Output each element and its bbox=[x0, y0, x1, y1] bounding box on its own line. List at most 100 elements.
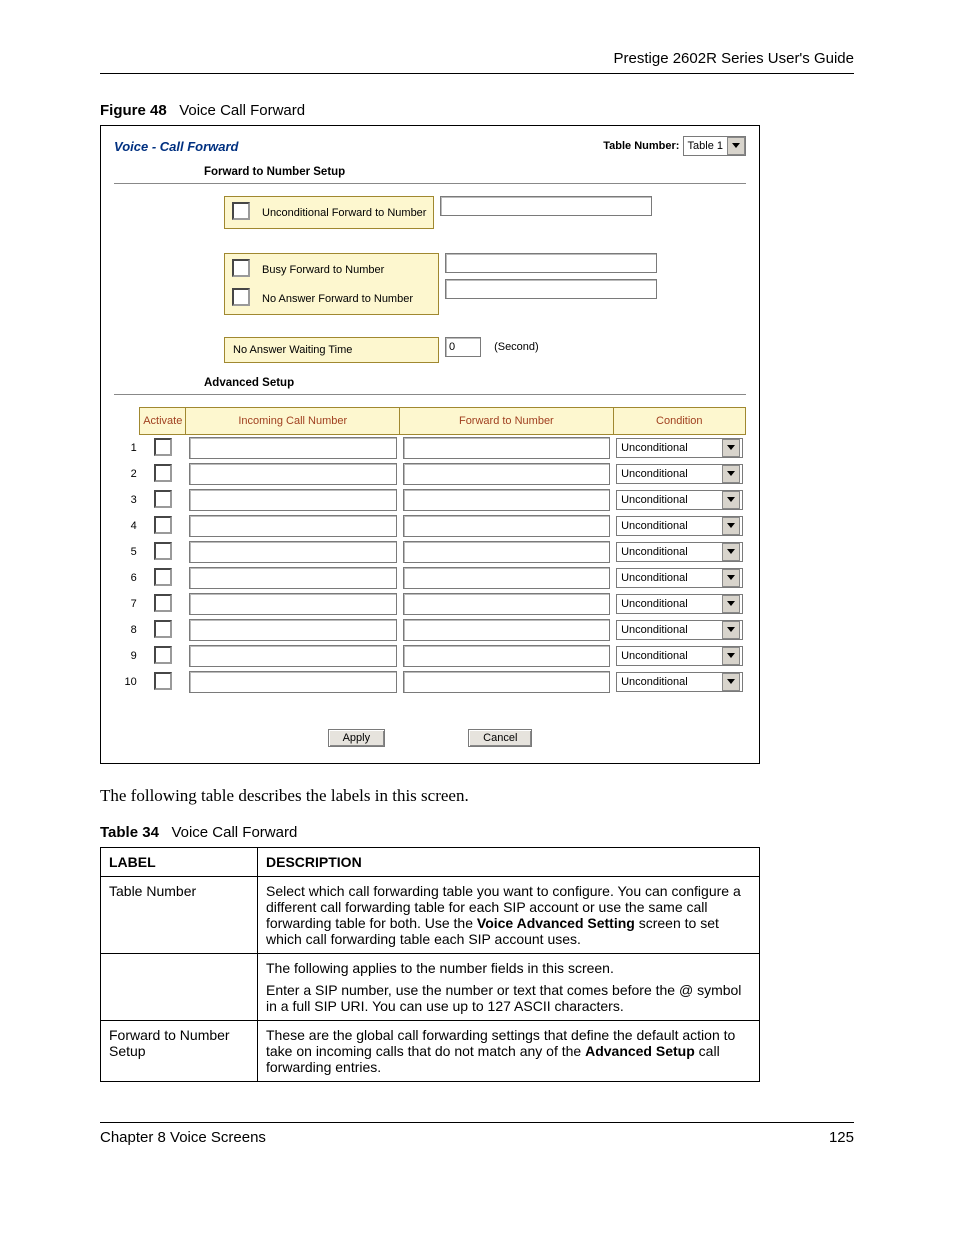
desc-r2-a: The following applies to the number fiel… bbox=[266, 960, 751, 976]
row-number: 3 bbox=[114, 487, 140, 513]
noanswer-input[interactable] bbox=[445, 279, 657, 299]
forward-input[interactable] bbox=[403, 437, 610, 459]
desc-r3-label: Forward to Number Setup bbox=[101, 1021, 258, 1082]
incoming-input[interactable] bbox=[189, 593, 397, 615]
busy-label: Busy Forward to Number bbox=[257, 256, 418, 283]
activate-checkbox[interactable] bbox=[154, 542, 172, 560]
incoming-input[interactable] bbox=[189, 541, 397, 563]
forward-input[interactable] bbox=[403, 593, 610, 615]
chevron-down-icon bbox=[722, 595, 740, 613]
row-number: 9 bbox=[114, 643, 140, 669]
row-number: 7 bbox=[114, 591, 140, 617]
condition-select[interactable]: Unconditional bbox=[616, 672, 742, 692]
condition-value: Unconditional bbox=[621, 468, 688, 480]
condition-select[interactable]: Unconditional bbox=[616, 516, 742, 536]
chevron-down-icon bbox=[722, 517, 740, 535]
desc-r1-b: Voice Advanced Setting bbox=[477, 915, 635, 931]
unconditional-input[interactable] bbox=[440, 196, 652, 216]
chevron-down-icon bbox=[722, 491, 740, 509]
table-row: 9 Unconditional bbox=[114, 643, 746, 669]
desc-r1-label: Table Number bbox=[101, 877, 258, 954]
table-number-select[interactable]: Table 1 bbox=[683, 136, 746, 156]
activate-checkbox[interactable] bbox=[154, 646, 172, 664]
incoming-input[interactable] bbox=[189, 619, 397, 641]
unconditional-label: Unconditional Forward to Number bbox=[257, 199, 431, 226]
table-row: 3 Unconditional bbox=[114, 487, 746, 513]
unconditional-group: Unconditional Forward to Number bbox=[224, 196, 434, 229]
advanced-table: Activate Incoming Call Number Forward to… bbox=[114, 407, 746, 695]
incoming-input[interactable] bbox=[189, 645, 397, 667]
screenshot-title: Voice - Call Forward bbox=[114, 139, 239, 154]
chevron-down-icon bbox=[722, 647, 740, 665]
activate-checkbox[interactable] bbox=[154, 568, 172, 586]
table-row: 5Unconditional bbox=[114, 539, 746, 565]
busy-input[interactable] bbox=[445, 253, 657, 273]
table-row: 8Unconditional bbox=[114, 617, 746, 643]
table-row: 2 Unconditional bbox=[114, 461, 746, 487]
table-row: 1 Unconditional bbox=[114, 435, 746, 462]
condition-select[interactable]: Unconditional bbox=[616, 594, 742, 614]
activate-checkbox[interactable] bbox=[154, 516, 172, 534]
busy-checkbox[interactable] bbox=[232, 259, 250, 277]
condition-value: Unconditional bbox=[621, 494, 688, 506]
advanced-section-label: Advanced Setup bbox=[114, 371, 746, 391]
condition-value: Unconditional bbox=[621, 572, 688, 584]
condition-select[interactable]: Unconditional bbox=[616, 542, 742, 562]
body-text: The following table describes the labels… bbox=[100, 786, 854, 806]
desc-r2-b: Enter a SIP number, use the number or te… bbox=[266, 982, 751, 1014]
chevron-down-icon bbox=[722, 465, 740, 483]
activate-checkbox[interactable] bbox=[154, 620, 172, 638]
desc-r1-desc: Select which call forwarding table you w… bbox=[258, 877, 760, 954]
condition-select[interactable]: Unconditional bbox=[616, 490, 742, 510]
incoming-input[interactable] bbox=[189, 671, 397, 693]
activate-checkbox[interactable] bbox=[154, 438, 172, 456]
forward-input[interactable] bbox=[403, 645, 610, 667]
incoming-input[interactable] bbox=[189, 437, 397, 459]
waiting-label: No Answer Waiting Time bbox=[227, 340, 358, 360]
table-row: 4Unconditional bbox=[114, 513, 746, 539]
condition-select[interactable]: Unconditional bbox=[616, 438, 742, 458]
activate-checkbox[interactable] bbox=[154, 672, 172, 690]
forward-input[interactable] bbox=[403, 515, 610, 537]
row-number: 2 bbox=[114, 461, 140, 487]
footer: Chapter 8 Voice Screens 125 bbox=[100, 1122, 854, 1146]
section-rule bbox=[114, 183, 746, 184]
unconditional-checkbox[interactable] bbox=[232, 202, 250, 220]
condition-select[interactable]: Unconditional bbox=[616, 568, 742, 588]
cancel-button[interactable]: Cancel bbox=[468, 729, 532, 747]
figure-prefix: Figure 48 bbox=[100, 102, 167, 119]
desc-r2-desc: The following applies to the number fiel… bbox=[258, 954, 760, 1021]
noanswer-checkbox[interactable] bbox=[232, 288, 250, 306]
activate-checkbox[interactable] bbox=[154, 490, 172, 508]
row-number: 1 bbox=[114, 435, 140, 462]
incoming-input[interactable] bbox=[189, 515, 397, 537]
condition-value: Unconditional bbox=[621, 650, 688, 662]
condition-value: Unconditional bbox=[621, 546, 688, 558]
forward-input[interactable] bbox=[403, 541, 610, 563]
condition-select[interactable]: Unconditional bbox=[616, 464, 742, 484]
forward-section-label: Forward to Number Setup bbox=[114, 160, 746, 180]
incoming-input[interactable] bbox=[189, 489, 397, 511]
forward-input[interactable] bbox=[403, 671, 610, 693]
activate-checkbox[interactable] bbox=[154, 594, 172, 612]
waiting-input[interactable]: 0 bbox=[445, 337, 481, 357]
incoming-input[interactable] bbox=[189, 567, 397, 589]
forward-input[interactable] bbox=[403, 567, 610, 589]
forward-input[interactable] bbox=[403, 489, 610, 511]
condition-select[interactable]: Unconditional bbox=[616, 646, 742, 666]
busy-noanswer-group: Busy Forward to Number No Answer Forward… bbox=[224, 253, 439, 315]
forward-input[interactable] bbox=[403, 619, 610, 641]
table-caption-title: Voice Call Forward bbox=[171, 824, 297, 841]
forward-input[interactable] bbox=[403, 463, 610, 485]
table-row: 7 Unconditional bbox=[114, 591, 746, 617]
activate-checkbox[interactable] bbox=[154, 464, 172, 482]
footer-page: 125 bbox=[829, 1129, 854, 1146]
incoming-input[interactable] bbox=[189, 463, 397, 485]
chevron-down-icon bbox=[722, 439, 740, 457]
desc-r3-b: Advanced Setup bbox=[585, 1043, 695, 1059]
condition-select[interactable]: Unconditional bbox=[616, 620, 742, 640]
chevron-down-icon bbox=[722, 543, 740, 561]
apply-button[interactable]: Apply bbox=[328, 729, 386, 747]
section-rule-2 bbox=[114, 394, 746, 395]
col-forward: Forward to Number bbox=[400, 408, 613, 435]
